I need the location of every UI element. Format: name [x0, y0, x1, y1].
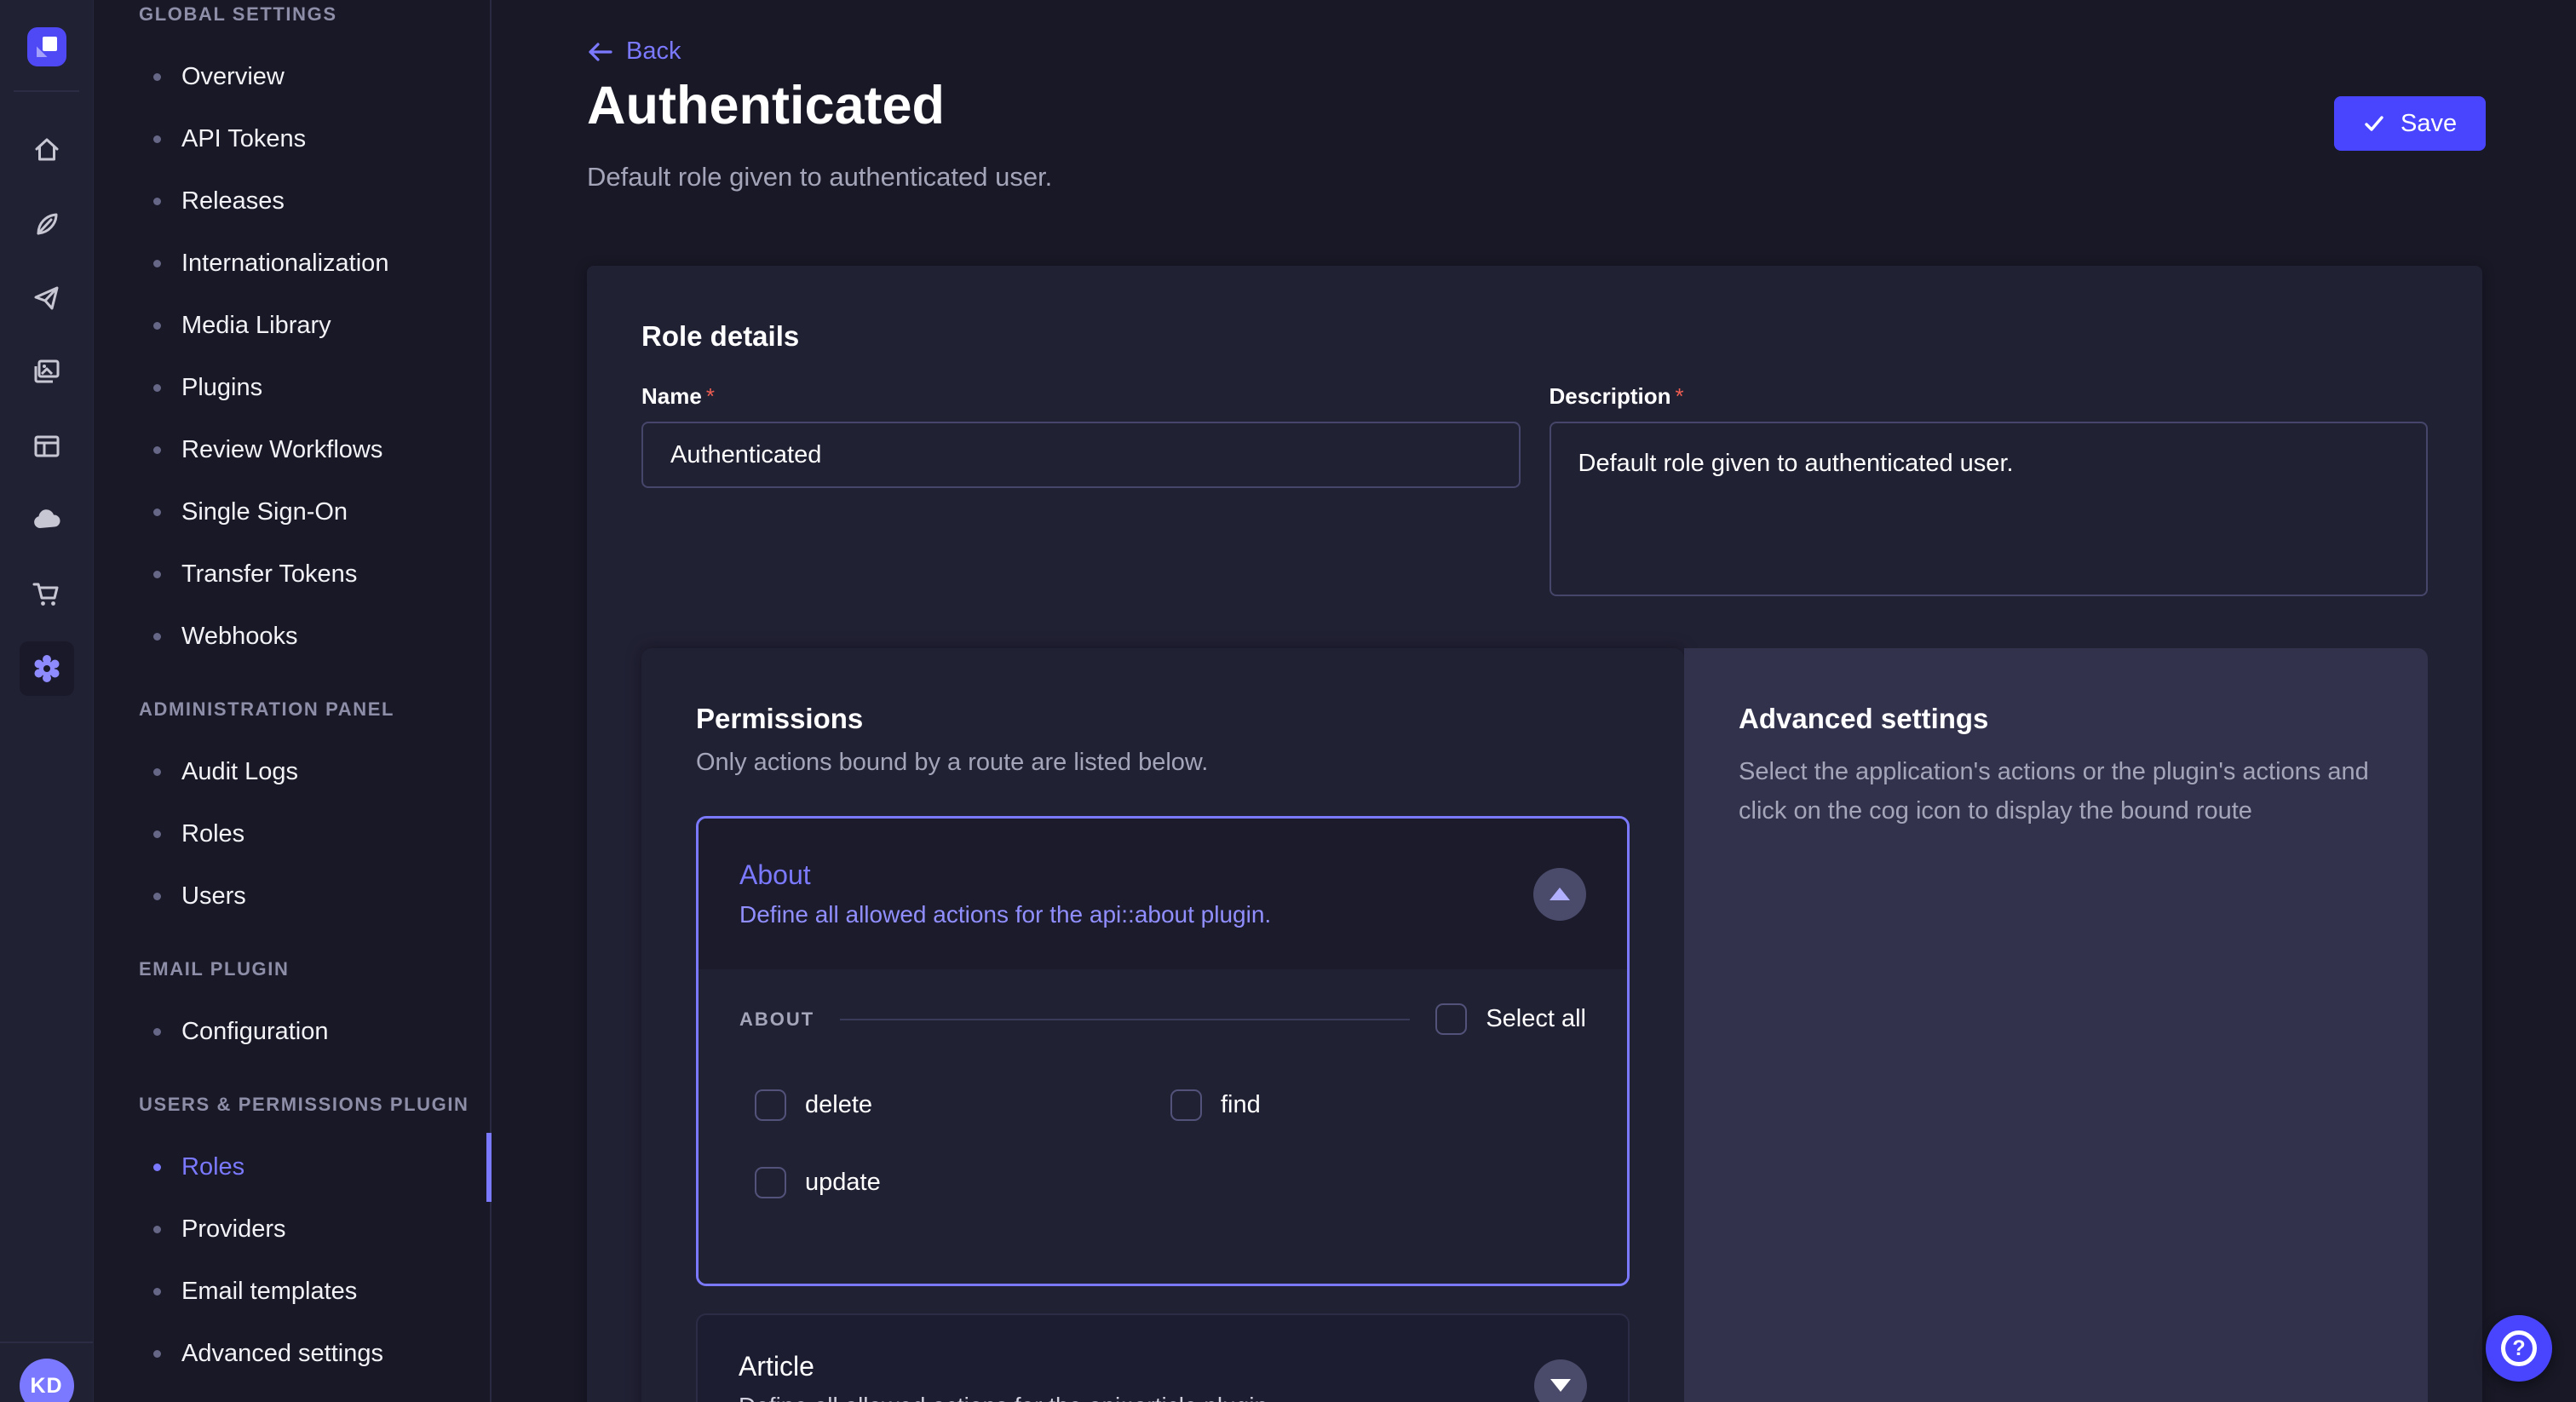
subnav-item-up-roles[interactable]: Roles	[94, 1136, 490, 1198]
permissions-section: Permissions Only actions bound by a rout…	[641, 648, 2428, 1402]
subnav-item-releases[interactable]: Releases	[94, 170, 490, 233]
delete-label[interactable]: delete	[805, 1091, 872, 1119]
subnav-section-email-plugin: EMAIL PLUGIN	[94, 957, 490, 982]
subnav-item-webhooks[interactable]: Webhooks	[94, 606, 490, 668]
main-nav-rail: KD	[0, 0, 94, 1402]
subnav-item-media-library[interactable]: Media Library	[94, 295, 490, 357]
chevron-down-icon	[1550, 1379, 1571, 1392]
chevron-up-icon	[1550, 888, 1570, 900]
accordion-about: About Define all allowed actions for the…	[696, 816, 1630, 1286]
accordion-about-body: ABOUT Select all delete	[699, 969, 1627, 1284]
name-input[interactable]	[641, 422, 1521, 488]
accordion-article[interactable]: Article Define all allowed actions for t…	[696, 1313, 1630, 1402]
subnav-item-admin-roles[interactable]: Roles	[94, 803, 490, 865]
about-group-label: ABOUT	[739, 1008, 814, 1031]
settings-subnav: GLOBAL SETTINGS Overview API Tokens Rele…	[94, 0, 492, 1402]
subnav-item-review-workflows[interactable]: Review Workflows	[94, 419, 490, 481]
help-button[interactable]: ?	[2486, 1315, 2552, 1382]
required-asterisk: *	[1676, 383, 1684, 409]
rail-divider	[14, 90, 79, 92]
update-label[interactable]: update	[805, 1169, 881, 1197]
home-icon[interactable]	[0, 112, 93, 187]
select-all-checkbox[interactable]	[1435, 1003, 1467, 1035]
delete-checkbox[interactable]	[755, 1089, 786, 1121]
avatar[interactable]: KD	[20, 1359, 74, 1402]
action-delete: delete	[755, 1089, 1170, 1121]
subnav-item-overview[interactable]: Overview	[94, 46, 490, 108]
role-details-title: Role details	[641, 320, 2428, 353]
group-divider	[840, 1019, 1410, 1020]
strapi-logo-icon[interactable]	[27, 27, 66, 66]
required-asterisk: *	[706, 383, 715, 409]
expand-button[interactable]	[1534, 1359, 1587, 1402]
permissions-title: Permissions	[696, 703, 1630, 735]
subnav-item-transfer-tokens[interactable]: Transfer Tokens	[94, 543, 490, 606]
update-checkbox[interactable]	[755, 1167, 786, 1198]
strapi-logo-glyph	[37, 37, 57, 57]
subnav-item-users[interactable]: Users	[94, 865, 490, 928]
cloud-icon[interactable]	[0, 483, 93, 557]
subnav-item-email-templates[interactable]: Email templates	[94, 1261, 490, 1323]
page-subtitle: Default role given to authenticated user…	[587, 162, 1052, 192]
media-library-icon[interactable]	[0, 335, 93, 409]
back-link[interactable]: Back	[587, 37, 681, 66]
accordion-article-title: Article	[739, 1351, 1274, 1382]
accordion-about-header[interactable]: About Define all allowed actions for the…	[699, 819, 1627, 969]
find-checkbox[interactable]	[1170, 1089, 1202, 1121]
description-field-group: Description* Default role given to authe…	[1550, 383, 2429, 600]
about-group-row: ABOUT Select all	[739, 1003, 1586, 1035]
main-content: Back Authenticated Default role given to…	[492, 0, 2576, 1402]
question-mark-icon: ?	[2501, 1330, 2537, 1366]
advanced-settings-title: Advanced settings	[1739, 703, 2373, 735]
role-details-form: Name* Description* Default role given to…	[641, 383, 2428, 600]
subnav-item-providers[interactable]: Providers	[94, 1198, 490, 1261]
subnav-item-configuration[interactable]: Configuration	[94, 1001, 490, 1063]
marketplace-cart-icon[interactable]	[0, 557, 93, 631]
subnav-item-audit-logs[interactable]: Audit Logs	[94, 741, 490, 803]
subnav-section-users-permissions-plugin: USERS & PERMISSIONS PLUGIN	[94, 1092, 490, 1118]
subnav-item-api-tokens[interactable]: API Tokens	[94, 108, 490, 170]
accordion-article-subtitle: Define all allowed actions for the api::…	[739, 1393, 1274, 1402]
action-find: find	[1170, 1089, 1586, 1121]
settings-gear-icon[interactable]	[0, 631, 93, 705]
description-label: Description	[1550, 383, 1671, 409]
subnav-item-single-sign-on[interactable]: Single Sign-On	[94, 481, 490, 543]
select-all-label[interactable]: Select all	[1486, 1005, 1586, 1033]
rail-nav	[0, 112, 93, 705]
actions-grid: delete find update	[739, 1089, 1586, 1198]
permissions-subtitle: Only actions bound by a route are listed…	[696, 749, 1630, 777]
layout-icon[interactable]	[0, 409, 93, 483]
advanced-settings-description: Select the application's actions or the …	[1739, 752, 2373, 831]
subnav-item-internationalization[interactable]: Internationalization	[94, 233, 490, 295]
back-arrow-icon	[587, 42, 612, 62]
page-title: Authenticated	[587, 75, 945, 136]
action-update: update	[755, 1167, 1170, 1198]
save-button[interactable]: Save	[2334, 96, 2486, 151]
permissions-panel: Permissions Only actions bound by a rout…	[641, 648, 1684, 1402]
feather-icon[interactable]	[0, 187, 93, 261]
name-label: Name	[641, 383, 702, 409]
accordion-about-subtitle: Define all allowed actions for the api::…	[739, 901, 1271, 928]
paper-plane-icon[interactable]	[0, 261, 93, 335]
accordion-about-title: About	[739, 859, 1271, 891]
subnav-section-global-settings: GLOBAL SETTINGS	[94, 2, 490, 27]
advanced-settings-panel: Advanced settings Select the application…	[1684, 648, 2428, 1402]
name-field-group: Name*	[641, 383, 1521, 600]
rail-footer: KD	[0, 1342, 93, 1402]
subnav-section-administration-panel: ADMINISTRATION PANEL	[94, 697, 490, 722]
back-label: Back	[626, 37, 681, 66]
check-icon	[2363, 112, 2385, 135]
find-label[interactable]: find	[1221, 1091, 1261, 1119]
subnav-item-plugins[interactable]: Plugins	[94, 357, 490, 419]
description-textarea[interactable]: Default role given to authenticated user…	[1550, 422, 2429, 596]
subnav-item-advanced-settings[interactable]: Advanced settings	[94, 1323, 490, 1385]
collapse-button[interactable]	[1533, 868, 1586, 921]
role-edit-card: Role details Name* Description* Default …	[587, 266, 2482, 1402]
